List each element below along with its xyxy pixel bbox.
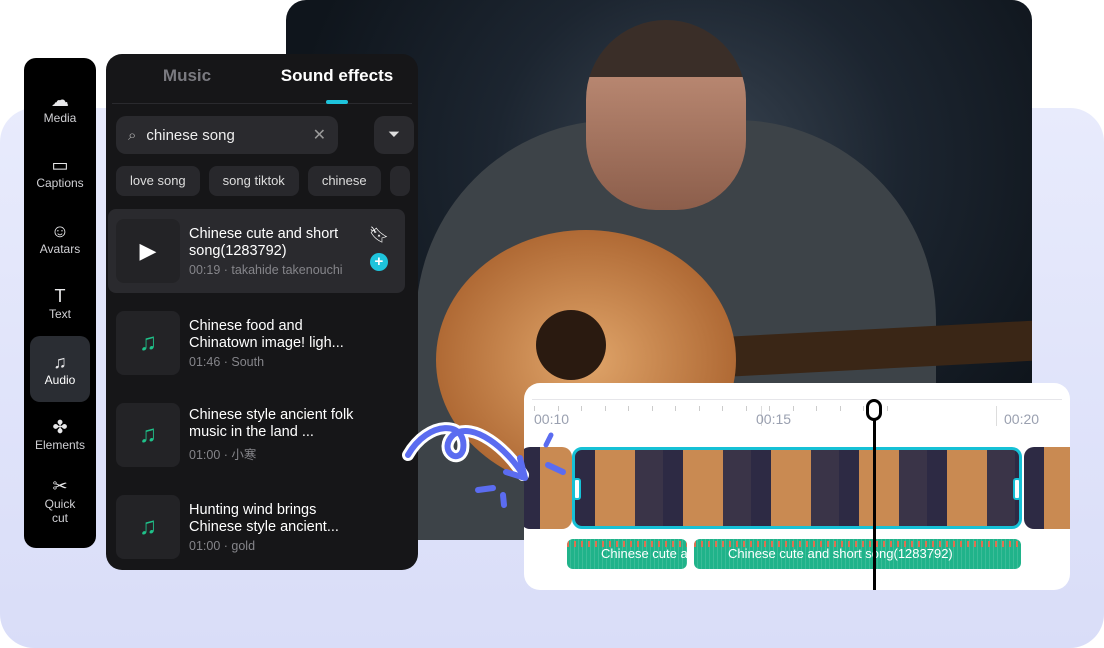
- item-title: Chinese food and Chinatown image! ligh..…: [189, 317, 344, 351]
- list-item[interactable]: ♫ Chinese food and Chinatown image! ligh…: [108, 301, 405, 385]
- tab-sound-effects[interactable]: Sound effects: [262, 54, 412, 104]
- chip-partial[interactable]: [389, 166, 410, 196]
- sidebar-item-captions[interactable]: ▭ Captions: [30, 140, 90, 206]
- ruler-major-tick: [996, 406, 997, 426]
- item-title: Hunting wind brings Chinese style ancien…: [189, 501, 339, 535]
- ruler-tick: [792, 406, 794, 411]
- captions-icon: ▭: [51, 155, 69, 176]
- ruler-tick: [886, 406, 888, 411]
- tab-bar: Music Sound effects: [112, 54, 412, 104]
- guitar-soundhole: [536, 310, 606, 380]
- search-input[interactable]: ⌕ chinese song ✕: [116, 116, 338, 154]
- clear-icon[interactable]: ✕: [313, 125, 326, 145]
- sidebar-item-label: Captions: [36, 176, 84, 191]
- ruler-tick: [769, 406, 770, 411]
- item-title: Chinese cute and short song(1283792): [189, 225, 339, 259]
- music-note-icon: ♫: [116, 403, 180, 467]
- sidebar-item-label: Elements: [34, 438, 86, 453]
- ruler-tick: [839, 406, 841, 411]
- tick-label: 00:20: [1004, 411, 1040, 427]
- filter-icon: ⏷: [387, 126, 400, 143]
- list-item[interactable]: ♫ Chinese style ancient folk music in th…: [108, 393, 405, 477]
- sidebar-item-elements[interactable]: ✤ Elements: [30, 402, 90, 468]
- video-clip-selected[interactable]: [572, 447, 1022, 529]
- ruler-tick: [604, 406, 606, 411]
- time-ruler: 00:10 00:15 00:20: [532, 399, 1062, 429]
- arrow-doodle-icon: [402, 422, 566, 508]
- music-note-icon: ♫: [116, 311, 180, 375]
- sidebar: ☁ Media ▭ Captions ☺ Avatars T Text ♫ Audio ✤…: [24, 58, 96, 548]
- item-subtitle: 01:46 · South: [189, 354, 265, 369]
- audio-clip[interactable]: Chinese cute a: [567, 539, 687, 569]
- tick-label: 00:15: [756, 411, 792, 427]
- chip[interactable]: chinese: [307, 166, 381, 196]
- scissors-icon: ✂: [52, 475, 68, 496]
- bookmark-icon[interactable]: 🔖︎: [369, 225, 389, 245]
- music-note-icon: ♫: [53, 351, 67, 372]
- playhead-handle[interactable]: [866, 399, 882, 421]
- chip[interactable]: song tiktok: [208, 166, 299, 196]
- playhead[interactable]: [873, 400, 876, 590]
- ruler-tick: [863, 406, 864, 411]
- sidebar-item-label: Media: [43, 110, 77, 125]
- ruler-tick: [816, 406, 817, 411]
- chip[interactable]: love song: [116, 166, 200, 196]
- avatar-icon: ☺: [50, 220, 70, 241]
- timeline: 00:10 00:15 00:20 Chinese cute a Chinese…: [524, 383, 1070, 590]
- sidebar-item-media[interactable]: ☁ Media: [30, 74, 90, 140]
- suggestion-chips: love song song tiktok chinese: [116, 166, 410, 196]
- search-value: chinese song: [146, 126, 235, 144]
- ruler-tick: [745, 406, 747, 411]
- ruler-tick: [675, 406, 676, 411]
- item-title: Chinese style ancient folk music in the …: [189, 407, 354, 440]
- item-subtitle: 01:00 · 小寒: [189, 448, 257, 462]
- ruler-tick: [581, 406, 582, 411]
- search-icon: ⌕: [128, 126, 137, 144]
- ruler-tick: [651, 406, 653, 411]
- item-subtitle: 00:19 · takahide takenouchi: [189, 262, 343, 277]
- text-icon: T: [54, 286, 66, 307]
- sidebar-item-label: Avatars: [39, 241, 81, 256]
- sidebar-item-audio[interactable]: ♫ Audio: [30, 336, 90, 402]
- sidebar-item-text[interactable]: T Text: [30, 271, 90, 337]
- ruler-tick: [722, 406, 723, 411]
- filter-button[interactable]: ⏷: [374, 116, 414, 154]
- sidebar-item-label: Quick cut: [44, 496, 76, 525]
- music-note-icon: ♫: [116, 495, 180, 559]
- audio-panel: Music Sound effects ⌕ chinese song ✕ ⏷ l…: [106, 54, 418, 570]
- cloud-upload-icon: ☁: [51, 89, 69, 110]
- sidebar-item-avatars[interactable]: ☺ Avatars: [30, 205, 90, 271]
- add-icon[interactable]: +: [369, 253, 388, 271]
- list-item[interactable]: ♫ Hunting wind brings Chinese style anci…: [108, 485, 405, 569]
- tab-music[interactable]: Music: [112, 54, 262, 103]
- sidebar-item-label: Audio: [44, 372, 76, 387]
- play-icon[interactable]: ▶: [116, 219, 180, 283]
- ruler-tick: [628, 406, 629, 411]
- ruler-tick: [698, 406, 700, 411]
- sidebar-item-label: Text: [48, 307, 71, 322]
- elements-icon: ✤: [52, 417, 68, 438]
- sidebar-item-quick-cut[interactable]: ✂ Quick cut: [30, 467, 90, 533]
- audio-clip[interactable]: Chinese cute and short song(1283792): [694, 539, 1021, 569]
- person-head: [586, 20, 746, 210]
- item-subtitle: 01:00 · gold: [189, 538, 256, 553]
- list-item[interactable]: ▶ Chinese cute and short song(1283792) 00…: [108, 209, 405, 293]
- trim-handle-right[interactable]: [1013, 478, 1019, 500]
- video-clip-next[interactable]: [1024, 447, 1070, 529]
